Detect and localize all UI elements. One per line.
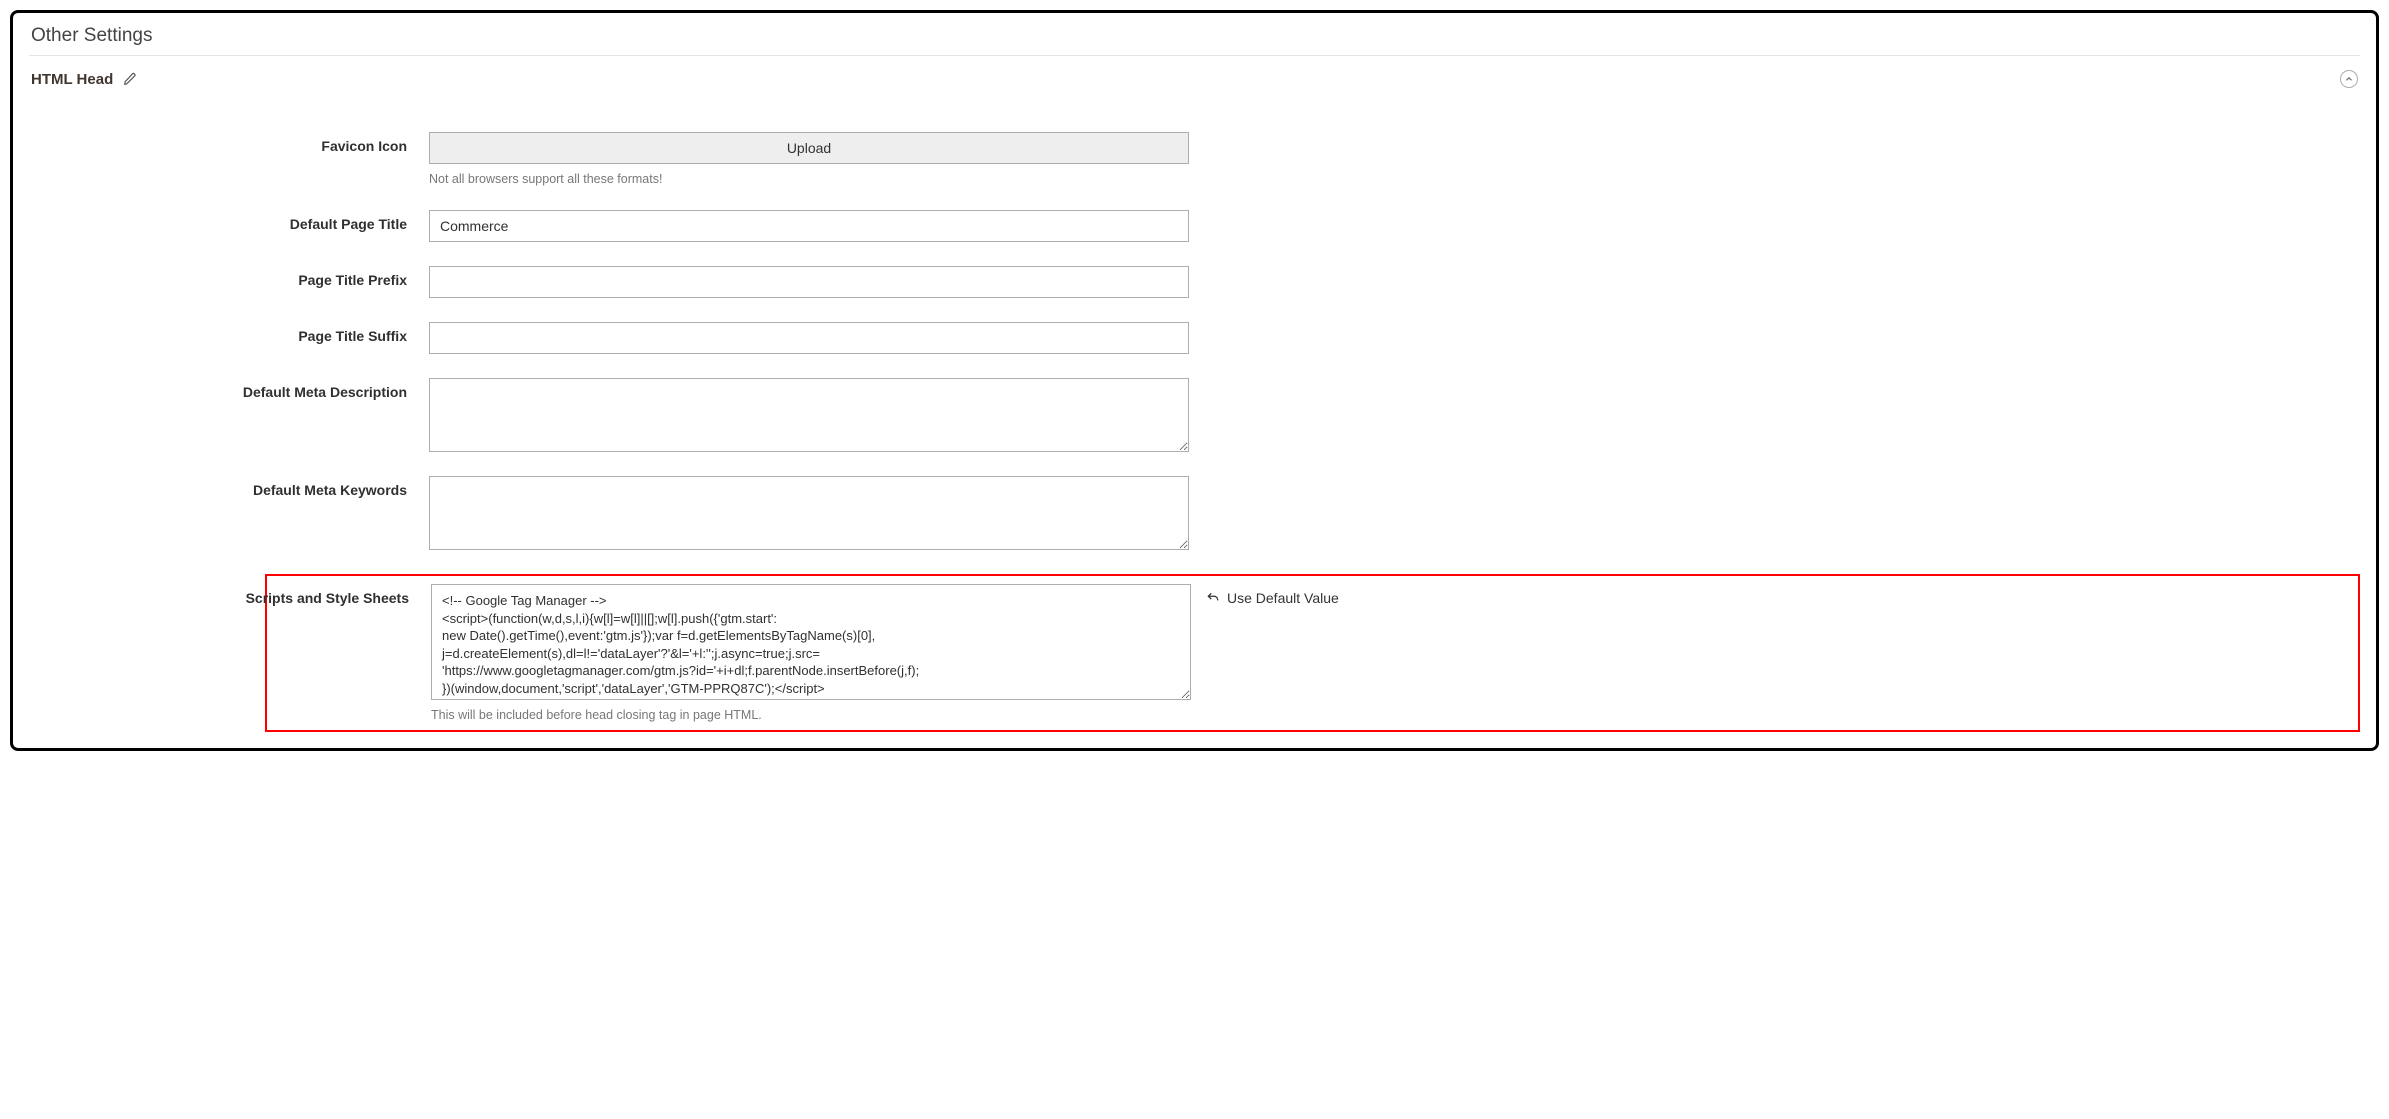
label-page-title-prefix: Page Title Prefix [29,266,429,288]
row-default-meta-description: Default Meta Description [29,378,2360,452]
label-page-title-suffix: Page Title Suffix [29,322,429,344]
label-favicon: Favicon Icon [29,132,429,154]
settings-panel: Other Settings HTML Head Favicon Icon Up… [10,10,2379,751]
page-header: Other Settings [29,19,2360,56]
collapse-toggle-icon[interactable] [2340,70,2358,88]
favicon-hint: Not all browsers support all these forma… [429,172,1189,186]
row-scripts: Scripts and Style Sheets This will be in… [31,584,2352,722]
default-meta-description-input[interactable] [429,378,1189,452]
scripts-input[interactable] [431,584,1191,700]
default-page-title-input[interactable] [429,210,1189,242]
scripts-hint: This will be included before head closin… [431,708,1191,722]
row-default-page-title: Default Page Title [29,210,2360,242]
form-area: Favicon Icon Upload Not all browsers sup… [29,132,2360,732]
page-title-prefix-input[interactable] [429,266,1189,298]
page-title-suffix-input[interactable] [429,322,1189,354]
row-default-meta-keywords: Default Meta Keywords [29,476,2360,550]
section-title: HTML Head [31,71,113,88]
label-default-meta-description: Default Meta Description [29,378,429,400]
pencil-icon[interactable] [123,72,137,86]
section-bar: HTML Head [29,66,2360,92]
row-page-title-suffix: Page Title Suffix [29,322,2360,354]
label-default-meta-keywords: Default Meta Keywords [29,476,429,498]
default-meta-keywords-input[interactable] [429,476,1189,550]
row-favicon: Favicon Icon Upload Not all browsers sup… [29,132,2360,186]
label-default-page-title: Default Page Title [29,210,429,232]
label-scripts: Scripts and Style Sheets [31,584,431,606]
upload-button[interactable]: Upload [429,132,1189,164]
row-page-title-prefix: Page Title Prefix [29,266,2360,298]
use-default-value-link[interactable]: Use Default Value [1227,590,1339,606]
undo-icon[interactable] [1205,591,1221,605]
scripts-highlight-box: Scripts and Style Sheets This will be in… [265,574,2360,732]
